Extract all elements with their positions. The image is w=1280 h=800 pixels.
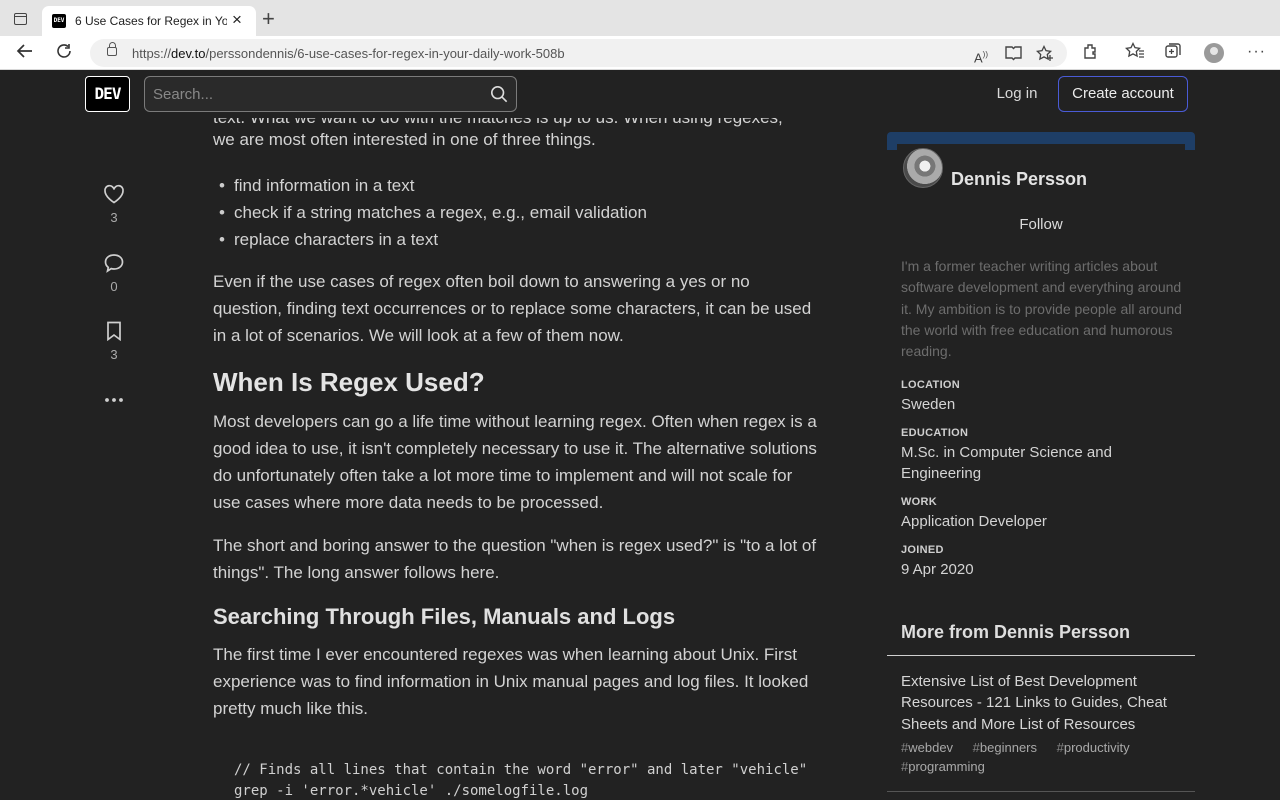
author-bio: I'm a former teacher writing articles ab… (901, 258, 1182, 360)
follow-button[interactable]: Follow (901, 208, 1181, 242)
heading-when-is-regex-used[interactable]: When Is Regex Used? (213, 367, 485, 398)
more-from-heading[interactable]: More from Dennis Persson (901, 622, 1130, 643)
tag-link[interactable]: #beginners (973, 740, 1045, 755)
like-button[interactable]: 3 (98, 184, 130, 225)
lock-icon[interactable] (107, 42, 117, 56)
divider (887, 655, 1195, 656)
more-options-icon[interactable]: ··· (1247, 42, 1266, 62)
refresh-icon[interactable] (55, 42, 73, 65)
list-item: replace characters in a text (219, 226, 647, 253)
bookmark-count: 3 (110, 347, 118, 362)
close-tab-icon[interactable]: × (232, 11, 242, 29)
code-block[interactable]: // Finds all lines that contain the word… (213, 750, 818, 800)
article-body: text. What we want to do with the matche… (213, 118, 818, 800)
list-item: check if a string matches a regex, e.g.,… (219, 199, 647, 226)
meta-value-location: Sweden (901, 396, 956, 413)
code-line: grep -i 'error.*vehicle' ./somelogfile.l… (234, 783, 589, 799)
dev-logo[interactable]: DEV (85, 76, 130, 112)
new-tab-icon[interactable]: + (262, 8, 275, 30)
list-item: find information in a text (219, 172, 647, 199)
url-field[interactable]: https://dev.to/perssondennis/6-use-cases… (90, 39, 1067, 67)
browser-tab-active[interactable]: DEV 6 Use Cases for Regex in Your Daily … (42, 6, 256, 36)
comment-icon (104, 254, 124, 273)
paragraph-intro: we are most often interested in one of t… (213, 130, 596, 149)
immersive-reader-icon[interactable] (1005, 45, 1022, 67)
tag-link[interactable]: #productivity (1057, 740, 1138, 755)
meta-value-education: M.Sc. in Computer Science and Engineerin… (901, 444, 1112, 482)
more-actions-button[interactable] (98, 386, 130, 406)
meta-label-location: LOCATION (901, 379, 961, 391)
login-link[interactable]: Log in (986, 76, 1048, 112)
more-post-title[interactable]: Extensive List of Best Development Resou… (901, 671, 1176, 735)
search-input[interactable] (145, 77, 475, 111)
author-name[interactable]: Dennis Persson (951, 169, 1087, 190)
tag-link[interactable]: #webdev (901, 740, 961, 755)
profile-avatar-icon[interactable] (1204, 43, 1224, 63)
ellipsis-icon (105, 398, 123, 402)
meta-value-joined: 9 Apr 2020 (901, 561, 974, 578)
create-account-button[interactable]: Create account (1058, 76, 1188, 112)
add-favorite-icon[interactable] (1035, 44, 1054, 68)
paragraph-lifetime: Most developers can go a life time witho… (213, 412, 817, 512)
author-avatar[interactable] (903, 148, 943, 188)
like-count: 3 (110, 210, 118, 225)
collections-icon[interactable] (1164, 42, 1182, 66)
search-box (144, 76, 517, 112)
browser-address-bar: https://dev.to/perssondennis/6-use-cases… (0, 36, 1280, 70)
more-post-tags: #webdev #beginners #productivity #progra… (901, 738, 1171, 776)
tag-link[interactable]: #programming (901, 759, 993, 774)
divider (887, 791, 1195, 792)
bookmark-button[interactable]: 3 (98, 321, 130, 362)
author-card-band (887, 132, 1195, 152)
bookmark-icon (107, 321, 121, 341)
use-case-list: find information in a text check if a st… (219, 172, 647, 253)
back-arrow-icon[interactable] (16, 42, 34, 65)
tab-title: 6 Use Cases for Regex in Your Daily Work (75, 14, 227, 28)
paragraph-unix: The first time I ever encountered regexe… (213, 645, 809, 718)
meta-value-work: Application Developer (901, 513, 1047, 530)
site-header: DEV Log in Create account (0, 70, 1280, 118)
paragraph-short-answer: The short and boring answer to the quest… (213, 536, 817, 582)
author-sidebar: Dennis Persson Follow I'm a former teach… (887, 118, 1195, 800)
tab-actions-icon[interactable] (14, 13, 27, 25)
read-aloud-icon[interactable]: A)) (974, 45, 988, 68)
comment-button[interactable]: 0 (98, 253, 130, 294)
browser-tab-strip: DEV 6 Use Cases for Regex in Your Daily … (0, 0, 1280, 36)
comment-count: 0 (110, 279, 118, 294)
heart-icon (104, 184, 124, 204)
heading-searching-files[interactable]: Searching Through Files, Manuals and Log… (213, 604, 675, 630)
meta-label-education: EDUCATION (901, 427, 969, 439)
extensions-icon[interactable] (1082, 42, 1100, 66)
favorites-icon[interactable] (1124, 41, 1145, 66)
search-icon[interactable] (490, 85, 508, 103)
url-text: https://dev.to/perssondennis/6-use-cases… (132, 46, 565, 61)
paragraph-use-cases: Even if the use cases of regex often boi… (213, 272, 812, 345)
meta-label-work: WORK (901, 496, 938, 508)
meta-label-joined: JOINED (901, 544, 944, 556)
code-line: // Finds all lines that contain the word… (234, 762, 808, 778)
dev-favicon-icon: DEV (52, 14, 66, 28)
